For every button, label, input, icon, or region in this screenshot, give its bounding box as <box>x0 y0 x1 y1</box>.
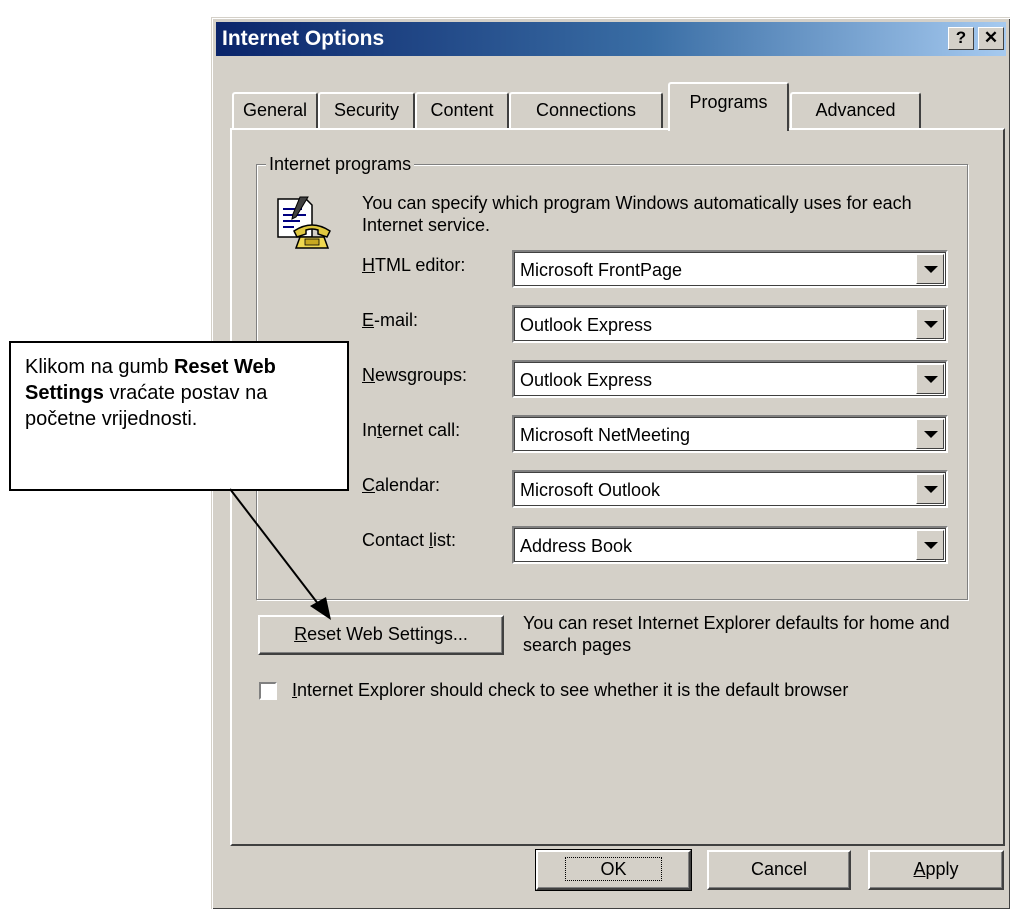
programs-intro-text: You can specify which program Windows au… <box>362 193 912 235</box>
tab-connections[interactable]: Connections <box>509 92 663 129</box>
internet-call-select[interactable]: Microsoft NetMeeting <box>512 415 948 453</box>
title-bar[interactable]: Internet Options ? ✕ <box>216 22 1006 56</box>
ok-button[interactable]: OK <box>535 849 692 891</box>
calendar-value: Microsoft Outlook <box>520 480 661 500</box>
annotation-callout: Klikom na gumb Reset Web Settings vraćat… <box>9 341 349 491</box>
tab-label: Security <box>333 100 400 120</box>
dropdown-arrow-icon[interactable] <box>916 419 944 449</box>
email-select[interactable]: Outlook Express <box>512 305 948 343</box>
tab-content[interactable]: Content <box>415 92 509 129</box>
reset-web-settings-button[interactable]: Reset Web Settings... <box>258 615 504 655</box>
close-button[interactable]: ✕ <box>978 27 1004 50</box>
window-title: Internet Options <box>222 27 385 50</box>
dropdown-arrow-icon[interactable] <box>916 309 944 339</box>
tab-security[interactable]: Security <box>318 92 415 129</box>
html-editor-value: Microsoft FrontPage <box>520 260 683 280</box>
calendar-label: Calendar: <box>362 475 441 495</box>
reset-description: You can reset Internet Explorer defaults… <box>523 613 950 655</box>
cancel-button[interactable]: Cancel <box>707 850 851 890</box>
tab-general[interactable]: General <box>232 92 318 129</box>
internet-call-value: Microsoft NetMeeting <box>520 425 691 445</box>
contact-list-label: Contact list: <box>362 530 457 550</box>
calendar-select[interactable]: Microsoft Outlook <box>512 470 948 508</box>
tab-label: Programs <box>689 92 768 112</box>
newsgroups-select[interactable]: Outlook Express <box>512 360 948 398</box>
default-browser-checkbox-label[interactable]: Internet Explorer should check to see wh… <box>292 679 848 701</box>
apply-button[interactable]: Apply <box>868 850 1004 890</box>
newsgroups-label: Newsgroups: <box>362 365 468 385</box>
html-editor-label: HTML editor: <box>362 255 466 275</box>
ok-label: OK <box>565 857 662 881</box>
close-icon: ✕ <box>983 28 999 47</box>
newsgroups-value: Outlook Express <box>520 370 653 390</box>
tab-label: Connections <box>535 100 637 120</box>
email-label: E-mail: <box>362 310 419 330</box>
help-icon: ? <box>955 28 967 47</box>
programs-phone-notepad-icon <box>277 196 331 249</box>
tab-label: Advanced <box>815 100 896 120</box>
tab-programs[interactable]: Programs <box>668 82 789 131</box>
default-browser-checkbox[interactable] <box>259 682 277 700</box>
cancel-label: Cancel <box>750 859 808 879</box>
contact-list-select[interactable]: Address Book <box>512 526 948 564</box>
dropdown-arrow-icon[interactable] <box>916 254 944 284</box>
tab-label: Content <box>430 100 494 120</box>
email-value: Outlook Express <box>520 315 653 335</box>
tab-label: General <box>242 100 308 120</box>
dropdown-arrow-icon[interactable] <box>916 364 944 394</box>
tab-advanced[interactable]: Advanced <box>790 92 921 129</box>
internet-call-label: Internet call: <box>362 420 461 440</box>
help-button[interactable]: ? <box>948 27 974 50</box>
contact-list-value: Address Book <box>520 536 633 556</box>
dropdown-arrow-icon[interactable] <box>916 530 944 560</box>
html-editor-select[interactable]: Microsoft FrontPage <box>512 250 948 288</box>
group-label: Internet programs <box>266 153 415 175</box>
dropdown-arrow-icon[interactable] <box>916 474 944 504</box>
